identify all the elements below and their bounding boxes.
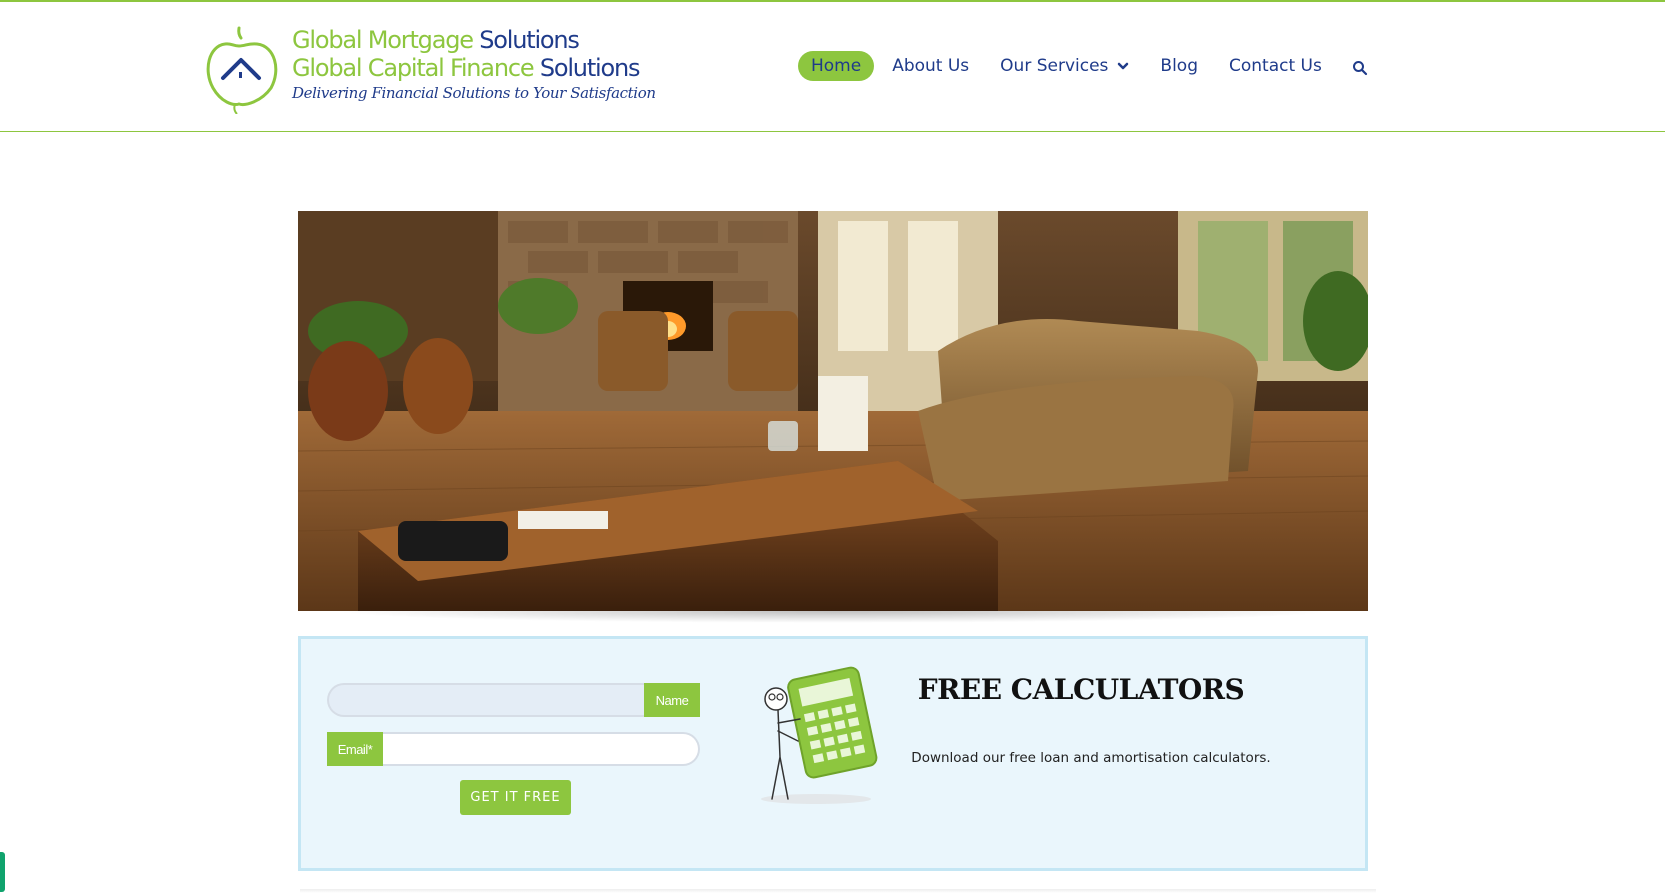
- name-label: Name: [644, 683, 700, 717]
- stick-figure-holding-calculator-illustration: [761, 666, 878, 804]
- side-feedback-tab[interactable]: [0, 852, 5, 892]
- free-calculators-description: Download our free loan and amortisation …: [911, 750, 1271, 766]
- free-calculators-panel: Name Email* GET IT FREE FREE CALCULATORS…: [298, 636, 1368, 871]
- free-calculators-title: FREE CALCULATORS: [917, 673, 1245, 706]
- name-field-row: Name: [327, 683, 700, 717]
- email-input[interactable]: [383, 732, 700, 766]
- get-it-free-button[interactable]: GET IT FREE: [460, 780, 571, 815]
- hero-image: [298, 211, 1368, 611]
- site-logo[interactable]: Global Mortgage Solutions Global Capital…: [205, 22, 665, 114]
- hero-shadow: [330, 611, 1336, 623]
- logo-line-mortgage: Global Mortgage Solutions: [292, 26, 580, 54]
- logo-text: Global Mortgage Solutions Global Capital…: [292, 26, 656, 102]
- house-apple-icon: [206, 26, 278, 114]
- nav-contact-us[interactable]: Contact Us: [1216, 51, 1335, 81]
- nav-our-services-label: Our Services: [1000, 56, 1109, 76]
- search-icon[interactable]: [1352, 60, 1368, 76]
- logo-tagline: Delivering Financial Solutions to Your S…: [292, 84, 656, 102]
- nav-home[interactable]: Home: [798, 51, 875, 81]
- email-field-row: Email*: [327, 732, 700, 766]
- nav-blog[interactable]: Blog: [1147, 51, 1211, 81]
- site-header: Global Mortgage Solutions Global Capital…: [0, 2, 1665, 132]
- chevron-down-icon: [1118, 62, 1129, 70]
- nav-our-services[interactable]: Our Services: [987, 51, 1142, 81]
- name-input[interactable]: [327, 683, 644, 717]
- email-label: Email*: [327, 732, 383, 766]
- living-room-photo: [298, 211, 1368, 611]
- nav-about-us[interactable]: About Us: [879, 51, 982, 81]
- logo-line-capital: Global Capital Finance Solutions: [292, 54, 640, 82]
- section-divider: [300, 889, 1376, 893]
- main-nav: Home About Us Our Services Blog Contact …: [798, 50, 1340, 82]
